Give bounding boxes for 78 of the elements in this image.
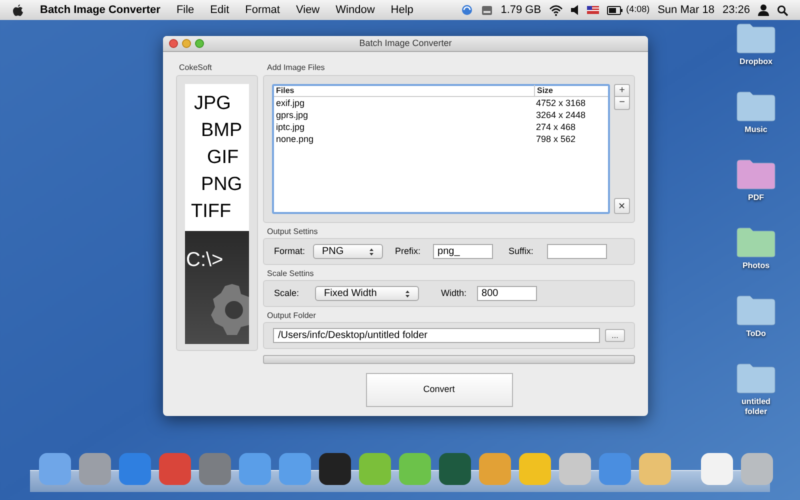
group-label: Output Folder <box>266 310 317 322</box>
format-name: TIFF <box>190 200 232 224</box>
table-cell[interactable]: none.png <box>274 133 534 145</box>
zoom-button[interactable] <box>195 39 204 48</box>
table-cell[interactable]: 274 x 468 <box>534 121 608 133</box>
format-name: JPG <box>193 92 232 116</box>
menu-item[interactable]: Window <box>336 2 375 18</box>
table-cell[interactable]: 798 x 562 <box>534 133 608 145</box>
menu-item[interactable]: View <box>296 2 320 18</box>
field-label: Width: <box>441 286 467 300</box>
memory-reading: 1.79 GB <box>500 2 542 18</box>
group-label: Scale Settins <box>266 268 315 280</box>
folder-icon[interactable] <box>736 22 776 54</box>
app-icon[interactable] <box>700 452 734 486</box>
desktop-icon-label[interactable]: Music <box>731 125 781 135</box>
prompt-text: C:\> <box>185 248 224 273</box>
stepper-icon <box>369 248 374 256</box>
format-name: PNG <box>200 173 244 197</box>
table-cell[interactable]: 4752 x 3168 <box>534 97 608 109</box>
flag-icon[interactable] <box>587 6 600 14</box>
add-button[interactable]: + <box>614 84 630 97</box>
width-input[interactable]: 800 <box>476 286 537 301</box>
menu-item[interactable]: Edit <box>210 2 230 18</box>
desktop-icon-label[interactable]: ToDo <box>731 329 781 339</box>
table-cell[interactable]: 3264 x 2448 <box>534 109 608 121</box>
folder-icon[interactable] <box>736 226 776 258</box>
drive-icon[interactable] <box>480 4 493 16</box>
group-label: Output Settins <box>266 226 319 238</box>
field-label: Suffix: <box>508 244 534 258</box>
group-label: CokeSoft <box>178 62 213 74</box>
folder-icon[interactable] <box>736 362 776 394</box>
folder-icon[interactable] <box>736 294 776 326</box>
column-header[interactable]: Size <box>534 85 608 97</box>
browse-button[interactable]: ... <box>605 329 625 342</box>
format-name: GIF <box>206 146 240 170</box>
app-icon[interactable] <box>318 452 352 486</box>
clear-button[interactable]: ✕ <box>614 198 630 214</box>
prefix-input[interactable]: png_ <box>432 244 493 259</box>
apple-logo-icon[interactable] <box>12 4 24 16</box>
speaker-icon[interactable] <box>571 5 580 15</box>
date-text[interactable]: Sun Mar 18 <box>658 2 714 18</box>
battery-time: (4:08) <box>626 3 650 16</box>
convert-button[interactable]: Convert <box>366 373 512 407</box>
field-label: Scale: <box>274 286 300 300</box>
battery-icon[interactable] <box>607 6 624 14</box>
table-cell[interactable]: iptc.jpg <box>274 121 534 133</box>
group-label: Add Image Files <box>266 62 326 74</box>
sync-icon[interactable] <box>460 4 473 16</box>
menu-item[interactable]: File <box>176 2 194 18</box>
field-label: Format: <box>274 244 306 258</box>
clock-text[interactable]: 23:26 <box>722 2 750 18</box>
folder-path-input[interactable]: /Users/infc/Desktop/untitled folder <box>273 328 600 343</box>
desktop-icon-label[interactable]: Photos <box>731 261 781 271</box>
window-title: Batch Image Converter <box>359 36 452 50</box>
menu-item[interactable]: Format <box>245 2 280 18</box>
scale-dropdown[interactable]: Fixed Width <box>315 286 420 301</box>
field-label: Prefix: <box>395 244 421 258</box>
close-button[interactable] <box>169 39 178 48</box>
user-icon[interactable] <box>758 4 769 16</box>
column-header[interactable]: Files <box>274 85 534 97</box>
suffix-input[interactable] <box>547 244 608 259</box>
menu-item[interactable]: Help <box>390 2 414 18</box>
folder-icon[interactable] <box>736 90 776 122</box>
desktop-icon-label[interactable]: untitled folder <box>731 397 781 417</box>
desktop-icon-label[interactable]: PDF <box>731 193 781 203</box>
search-icon[interactable] <box>777 4 788 16</box>
format-dropdown[interactable]: PNG <box>313 244 384 259</box>
folder-icon[interactable] <box>736 158 776 190</box>
wifi-icon[interactable] <box>549 4 564 16</box>
table-cell[interactable]: gprs.jpg <box>274 109 534 121</box>
remove-button[interactable]: − <box>614 97 630 110</box>
format-name: BMP <box>200 119 244 143</box>
app-icon[interactable] <box>438 452 472 486</box>
table-cell[interactable]: exif.jpg <box>274 97 534 109</box>
stepper-icon <box>405 290 410 298</box>
app-menu[interactable]: Batch Image Converter <box>40 2 160 18</box>
desktop-icon-label[interactable]: Dropbox <box>731 57 781 67</box>
minimize-button[interactable] <box>182 39 191 48</box>
